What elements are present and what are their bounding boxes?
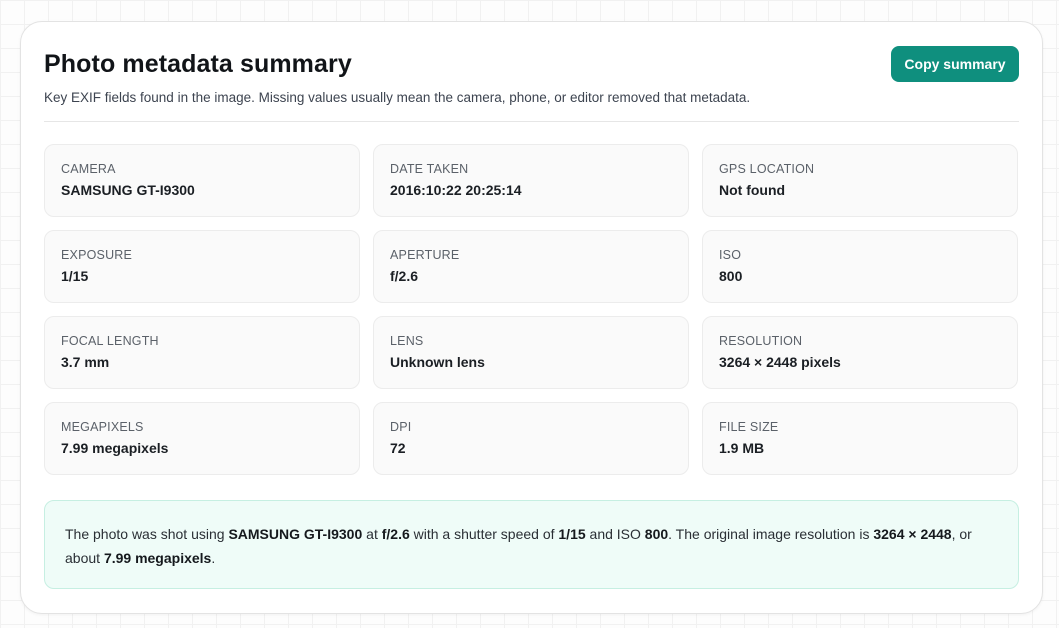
field-value: 1.9 MB — [719, 440, 765, 456]
summary-text: with a shutter speed of — [409, 526, 559, 542]
field-value: 1/15 — [61, 268, 89, 284]
summary-aperture: f/2.6 — [381, 526, 410, 542]
field-label: EXPOSURE — [61, 248, 133, 262]
summary-box: The photo was shot using SAMSUNG GT-I930… — [44, 500, 1019, 589]
field-camera: CAMERA SAMSUNG GT-I9300 — [44, 144, 360, 217]
summary-megapixels: 7.99 megapixels — [103, 550, 212, 566]
field-gps-location: GPS LOCATION Not found — [702, 144, 1018, 217]
metadata-card: Photo metadata summary Key EXIF fields f… — [20, 21, 1043, 614]
summary-shutter: 1/15 — [558, 526, 586, 542]
field-label: APERTURE — [390, 248, 460, 262]
card-header: Photo metadata summary Key EXIF fields f… — [44, 46, 1019, 122]
field-value: 800 — [719, 268, 743, 284]
field-value: 72 — [390, 440, 406, 456]
field-value: 7.99 megapixels — [61, 440, 169, 456]
field-label: MEGAPIXELS — [61, 420, 144, 434]
field-value: 2016:10:22 20:25:14 — [390, 182, 522, 198]
metadata-grid: CAMERA SAMSUNG GT-I9300 DATE TAKEN 2016:… — [44, 144, 1019, 475]
field-label: CAMERA — [61, 162, 116, 176]
field-focal-length: FOCAL LENGTH 3.7 mm — [44, 316, 360, 389]
page-title: Photo metadata summary — [44, 50, 352, 78]
field-date-taken: DATE TAKEN 2016:10:22 20:25:14 — [373, 144, 689, 217]
field-resolution: RESOLUTION 3264 × 2448 pixels — [702, 316, 1018, 389]
field-value: f/2.6 — [390, 268, 419, 284]
field-exposure: EXPOSURE 1/15 — [44, 230, 360, 303]
field-value: SAMSUNG GT-I9300 — [61, 182, 195, 198]
field-label: LENS — [390, 334, 424, 348]
field-label: ISO — [719, 248, 742, 262]
summary-text: The photo was shot using — [65, 526, 229, 542]
field-label: DPI — [390, 420, 412, 434]
summary-resolution: 3264 × 2448 — [873, 526, 952, 542]
field-value: Unknown lens — [390, 354, 485, 370]
field-label: FILE SIZE — [719, 420, 779, 434]
field-lens: LENS Unknown lens — [373, 316, 689, 389]
summary-text: . — [211, 550, 216, 566]
field-iso: ISO 800 — [702, 230, 1018, 303]
field-label: DATE TAKEN — [390, 162, 469, 176]
field-aperture: APERTURE f/2.6 — [373, 230, 689, 303]
field-label: FOCAL LENGTH — [61, 334, 159, 348]
summary-iso: 800 — [644, 526, 669, 542]
copy-summary-button[interactable]: Copy summary — [891, 46, 1019, 82]
field-value: Not found — [719, 182, 786, 198]
field-label: GPS LOCATION — [719, 162, 815, 176]
field-file-size: FILE SIZE 1.9 MB — [702, 402, 1018, 475]
field-label: RESOLUTION — [719, 334, 803, 348]
field-value: 3.7 mm — [61, 354, 110, 370]
summary-text: at — [362, 526, 382, 542]
summary-camera: SAMSUNG GT-I9300 — [228, 526, 363, 542]
summary-text: and ISO — [585, 526, 645, 542]
field-dpi: DPI 72 — [373, 402, 689, 475]
field-value: 3264 × 2448 pixels — [719, 354, 841, 370]
field-megapixels: MEGAPIXELS 7.99 megapixels — [44, 402, 360, 475]
summary-text: . The original image resolution is — [668, 526, 874, 542]
page-subtitle: Key EXIF fields found in the image. Miss… — [44, 90, 751, 105]
